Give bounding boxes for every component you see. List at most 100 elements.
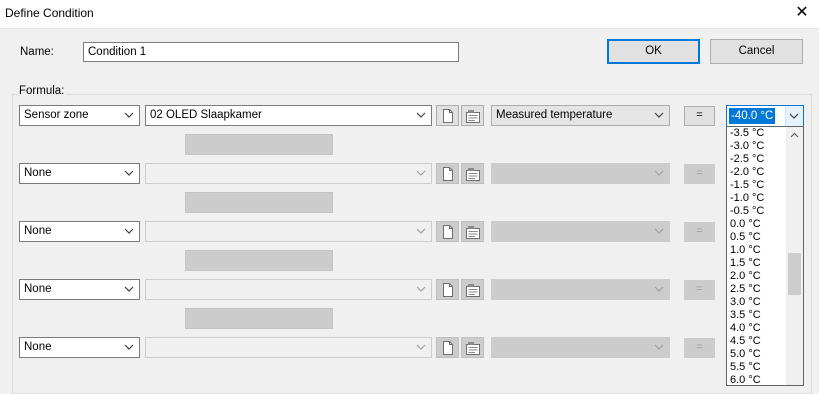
chevron-down-icon xyxy=(654,228,664,234)
operator-button-5: = xyxy=(684,338,715,358)
value-option[interactable]: 3.0 °C xyxy=(727,296,785,309)
value-option[interactable]: -1.5 °C xyxy=(727,179,785,192)
chevron-down-icon xyxy=(416,112,426,118)
scroll-up-icon[interactable] xyxy=(786,127,803,144)
value-option[interactable]: 5.0 °C xyxy=(727,348,785,361)
chevron-down-icon xyxy=(654,286,664,292)
properties-icon xyxy=(465,341,480,355)
property-combo-5 xyxy=(491,337,670,358)
properties-button-4 xyxy=(461,279,484,300)
source-value-1: Sensor zone xyxy=(24,109,89,121)
source-combo-3[interactable]: None xyxy=(19,221,140,242)
dropdown-scrollbar[interactable] xyxy=(786,127,803,385)
properties-icon xyxy=(465,283,480,297)
chevron-down-icon xyxy=(416,228,426,234)
operator-button-3: = xyxy=(684,222,715,242)
chevron-down-icon xyxy=(654,170,664,176)
document-icon xyxy=(442,282,453,297)
device-combo-3 xyxy=(145,221,432,242)
properties-button-5 xyxy=(461,337,484,358)
chevron-down-icon xyxy=(416,286,426,292)
window-title: Define Condition xyxy=(5,6,94,20)
properties-button-1[interactable] xyxy=(461,105,484,126)
chevron-up-icon xyxy=(790,132,799,138)
value-dropdown-list[interactable]: -3.5 °C -3.0 °C -2.5 °C -2.0 °C -1.5 °C -1.0 … xyxy=(726,126,804,386)
value-option[interactable]: 0.5 °C xyxy=(727,231,785,244)
cancel-button[interactable]: Cancel xyxy=(710,39,803,64)
properties-icon xyxy=(465,109,480,123)
connector-3[interactable] xyxy=(185,250,333,271)
property-combo-2 xyxy=(491,163,670,184)
device-combo-5 xyxy=(145,337,432,358)
source-value-3: None xyxy=(24,225,52,237)
value-options: -3.5 °C -3.0 °C -2.5 °C -2.0 °C -1.5 °C -1.0 … xyxy=(727,127,785,385)
document-button-3 xyxy=(436,221,459,242)
chevron-down-icon xyxy=(416,170,426,176)
document-icon xyxy=(442,224,453,239)
value-option[interactable]: 2.5 °C xyxy=(727,283,785,296)
value-option[interactable]: -3.0 °C xyxy=(727,140,785,153)
source-value-2: None xyxy=(24,167,52,179)
property-combo-1[interactable]: Measured temperature xyxy=(491,105,670,126)
property-value-1: Measured temperature xyxy=(496,109,613,121)
value-combo-1[interactable]: -40.0 °C xyxy=(726,105,804,127)
properties-button-3 xyxy=(461,221,484,242)
chevron-down-icon xyxy=(124,228,134,234)
operator-button-2: = xyxy=(684,164,715,184)
property-combo-4 xyxy=(491,279,670,300)
document-icon xyxy=(442,340,453,355)
value-combo-arrow[interactable] xyxy=(785,106,803,126)
document-icon xyxy=(442,166,453,181)
document-button-1[interactable] xyxy=(436,105,459,126)
value-option[interactable]: 1.5 °C xyxy=(727,257,785,270)
device-combo-4 xyxy=(145,279,432,300)
value-option[interactable]: 1.0 °C xyxy=(727,244,785,257)
value-option[interactable]: 2.0 °C xyxy=(727,270,785,283)
value-option[interactable]: -1.0 °C xyxy=(727,192,785,205)
document-button-4 xyxy=(436,279,459,300)
device-combo-2 xyxy=(145,163,432,184)
value-option[interactable]: 5.5 °C xyxy=(727,361,785,374)
formula-label: Formula: xyxy=(17,85,67,97)
properties-icon xyxy=(465,167,480,181)
source-combo-2[interactable]: None xyxy=(19,163,140,184)
source-combo-5[interactable]: None xyxy=(19,337,140,358)
value-option[interactable]: 6.0 °C xyxy=(727,374,785,385)
value-selected-1: -40.0 °C xyxy=(729,108,776,124)
chevron-down-icon xyxy=(124,286,134,292)
scroll-thumb[interactable] xyxy=(788,253,801,295)
document-button-2 xyxy=(436,163,459,184)
operator-button-4: = xyxy=(684,280,715,300)
source-value-5: None xyxy=(24,341,52,353)
chevron-down-icon xyxy=(654,112,664,118)
close-icon[interactable]: ✕ xyxy=(791,2,813,24)
source-value-4: None xyxy=(24,283,52,295)
properties-button-2 xyxy=(461,163,484,184)
value-option[interactable]: -2.0 °C xyxy=(727,166,785,179)
connector-2[interactable] xyxy=(185,192,333,213)
device-combo-1[interactable]: 02 OLED Slaapkamer xyxy=(145,105,432,126)
value-option[interactable]: 4.5 °C xyxy=(727,335,785,348)
operator-button-1[interactable]: = xyxy=(684,106,715,126)
properties-icon xyxy=(465,225,480,239)
device-value-1: 02 OLED Slaapkamer xyxy=(150,109,262,121)
chevron-down-icon xyxy=(416,344,426,350)
value-option[interactable]: -2.5 °C xyxy=(727,153,785,166)
ok-button[interactable]: OK xyxy=(607,39,700,64)
connector-1[interactable] xyxy=(185,134,333,155)
chevron-down-icon xyxy=(789,113,799,119)
source-combo-1[interactable]: Sensor zone xyxy=(19,105,140,126)
document-icon xyxy=(442,108,453,123)
value-option[interactable]: 0.0 °C xyxy=(727,218,785,231)
value-option[interactable]: -0.5 °C xyxy=(727,205,785,218)
value-option[interactable]: 4.0 °C xyxy=(727,322,785,335)
source-combo-4[interactable]: None xyxy=(19,279,140,300)
name-input[interactable]: Condition 1 xyxy=(83,42,459,62)
chevron-down-icon xyxy=(124,170,134,176)
chevron-down-icon xyxy=(654,344,664,350)
value-option[interactable]: -3.5 °C xyxy=(727,127,785,140)
chevron-down-icon xyxy=(124,112,134,118)
connector-4[interactable] xyxy=(185,308,333,329)
chevron-down-icon xyxy=(124,344,134,350)
value-option[interactable]: 3.5 °C xyxy=(727,309,785,322)
